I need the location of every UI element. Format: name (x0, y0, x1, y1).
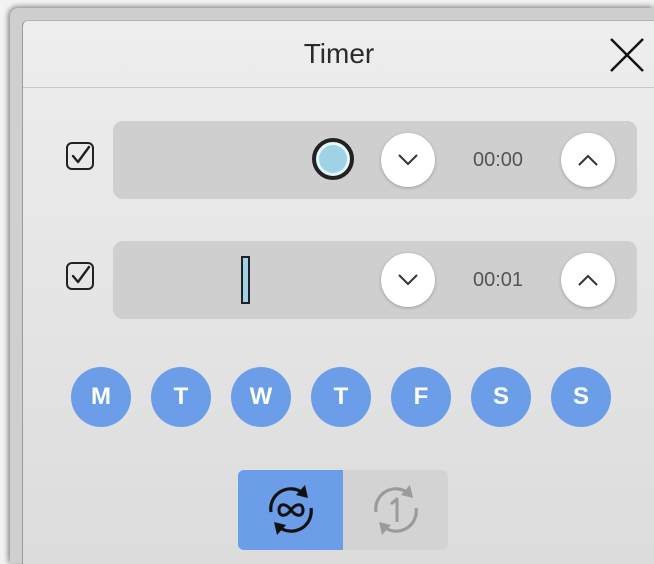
day-tuesday-button[interactable]: T (151, 367, 211, 427)
line-shape-icon (241, 256, 250, 304)
time-value: 00:01 (472, 269, 524, 291)
increase-time-button[interactable] (561, 253, 615, 307)
timer-row-1: 00:00 (113, 121, 637, 199)
repeat-forever-button[interactable] (238, 470, 343, 550)
day-sunday-button[interactable]: S (551, 367, 611, 427)
timer-row-2: 00:01 (113, 241, 637, 319)
day-friday-button[interactable]: F (391, 367, 451, 427)
chevron-down-icon (398, 154, 418, 166)
time-value: 00:00 (472, 149, 524, 171)
timer-dialog: Timer 00:00 00:01 M T W T F S S (22, 20, 654, 564)
close-button[interactable] (607, 35, 647, 75)
day-saturday-button[interactable]: S (471, 367, 531, 427)
day-wednesday-button[interactable]: W (231, 367, 291, 427)
close-icon (610, 38, 644, 72)
circle-shape-icon (312, 138, 354, 180)
increase-time-button[interactable] (561, 133, 615, 187)
repeat-once-button[interactable] (343, 470, 448, 550)
repeat-mode-toggle (238, 470, 448, 550)
decrease-time-button[interactable] (381, 133, 435, 187)
day-thursday-button[interactable]: T (311, 367, 371, 427)
decrease-time-button[interactable] (381, 253, 435, 307)
row-2-checkbox[interactable] (65, 261, 95, 291)
chevron-down-icon (398, 274, 418, 286)
row-1-checkbox[interactable] (65, 141, 95, 171)
checkbox-checked-icon (66, 262, 94, 290)
chevron-up-icon (578, 274, 598, 286)
repeat-infinite-icon (268, 485, 313, 535)
dialog-title: Timer (303, 38, 375, 69)
title-bar: Timer (23, 21, 654, 88)
checkbox-checked-icon (66, 142, 94, 170)
day-monday-button[interactable]: M (71, 367, 131, 427)
repeat-once-icon (373, 485, 418, 535)
chevron-up-icon (578, 154, 598, 166)
